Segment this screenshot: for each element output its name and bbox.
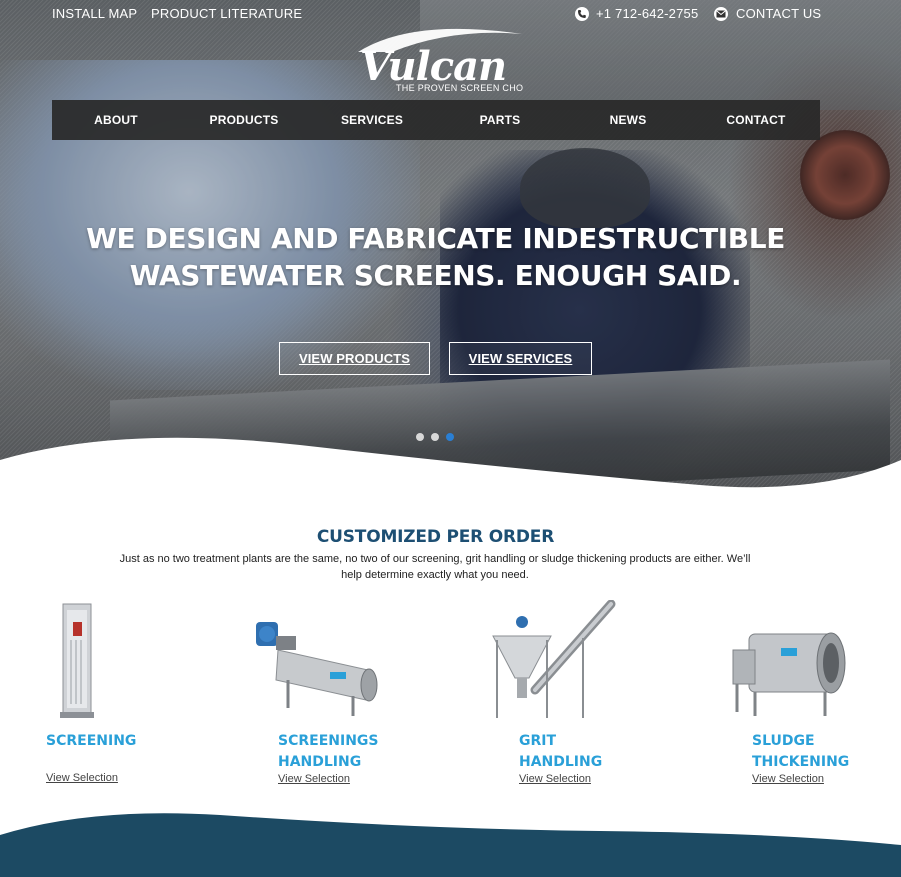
product-card-sludge-thickening: SLUDGE THICKENING View Selection — [721, 600, 851, 785]
screenings-handling-product-image[interactable] — [248, 600, 378, 722]
logo-tagline: THE PROVEN SCREEN CHOICE — [396, 83, 524, 93]
product-name-line1: SLUDGE — [752, 733, 815, 749]
product-name-line1: GRIT — [519, 733, 557, 749]
product-name-grit-handling[interactable]: GRIT HANDLING — [519, 731, 649, 773]
phone-link[interactable]: +1 712-642-2755 — [575, 6, 698, 21]
nav-parts[interactable]: PARTS — [436, 100, 564, 140]
nav-contact[interactable]: CONTACT — [692, 100, 820, 140]
product-name-line2: THICKENING — [752, 754, 850, 770]
envelope-icon — [714, 6, 728, 21]
contact-us-link[interactable]: CONTACT US — [714, 6, 821, 21]
product-name-line1: SCREENINGS — [278, 733, 379, 749]
product-name-sludge-thickening[interactable]: SLUDGE THICKENING — [752, 731, 882, 773]
view-services-button[interactable]: VIEW SERVICES — [449, 342, 592, 375]
view-selection-screening[interactable]: View Selection — [46, 772, 118, 784]
view-selection-screenings-handling[interactable]: View Selection — [278, 773, 350, 785]
section-description: Just as no two treatment plants are the … — [119, 553, 751, 581]
view-selection-sludge-thickening[interactable]: View Selection — [752, 773, 824, 785]
phone-icon — [575, 6, 589, 21]
screening-product-image[interactable] — [16, 600, 146, 722]
hero-headline-line2: WASTEWATER SCREENS. ENOUGH SAID. — [129, 259, 742, 292]
main-nav: ABOUT PRODUCTS SERVICES PARTS NEWS CONTA… — [52, 100, 820, 140]
phone-number: +1 712-642-2755 — [596, 6, 699, 21]
product-literature-link[interactable]: PRODUCT LITERATURE — [151, 6, 302, 21]
product-card-grit-handling: GRIT HANDLING View Selection — [489, 599, 619, 785]
product-name-screening[interactable]: SCREENING — [46, 731, 176, 752]
view-products-button[interactable]: VIEW PRODUCTS — [279, 342, 430, 375]
nav-services[interactable]: SERVICES — [308, 100, 436, 140]
product-card-screening: SCREENING View Selection — [16, 600, 146, 784]
footer-wave — [0, 813, 901, 877]
hero-headline: WE DESIGN AND FABRICATE INDESTRUCTIBLE W… — [0, 220, 871, 294]
product-card-screenings-handling: SCREENINGS HANDLING View Selection — [248, 600, 378, 785]
vulcan-logo[interactable]: Vulcan THE PROVEN SCREEN CHOICE — [352, 22, 539, 94]
contact-us-label: CONTACT US — [736, 6, 822, 21]
hero-headline-line1: WE DESIGN AND FABRICATE INDESTRUCTIBLE — [86, 222, 785, 255]
grit-handling-product-image[interactable] — [489, 599, 619, 722]
nav-about[interactable]: ABOUT — [52, 100, 180, 140]
product-name-line2: HANDLING — [278, 754, 362, 770]
nav-news[interactable]: NEWS — [564, 100, 692, 140]
install-map-link[interactable]: INSTALL MAP — [52, 6, 137, 21]
view-selection-grit-handling[interactable]: View Selection — [519, 773, 591, 785]
nav-products[interactable]: PRODUCTS — [180, 100, 308, 140]
section-title: CUSTOMIZED PER ORDER — [316, 527, 555, 547]
top-utility-bar: INSTALL MAP PRODUCT LITERATURE +1 712-64… — [0, 6, 901, 22]
sludge-thickening-product-image[interactable] — [721, 600, 851, 722]
product-name-screenings-handling[interactable]: SCREENINGS HANDLING — [278, 731, 408, 773]
hero-wave-divider — [0, 437, 901, 510]
product-name-line2: HANDLING — [519, 754, 603, 770]
product-name-line1: SCREENING — [46, 733, 137, 749]
